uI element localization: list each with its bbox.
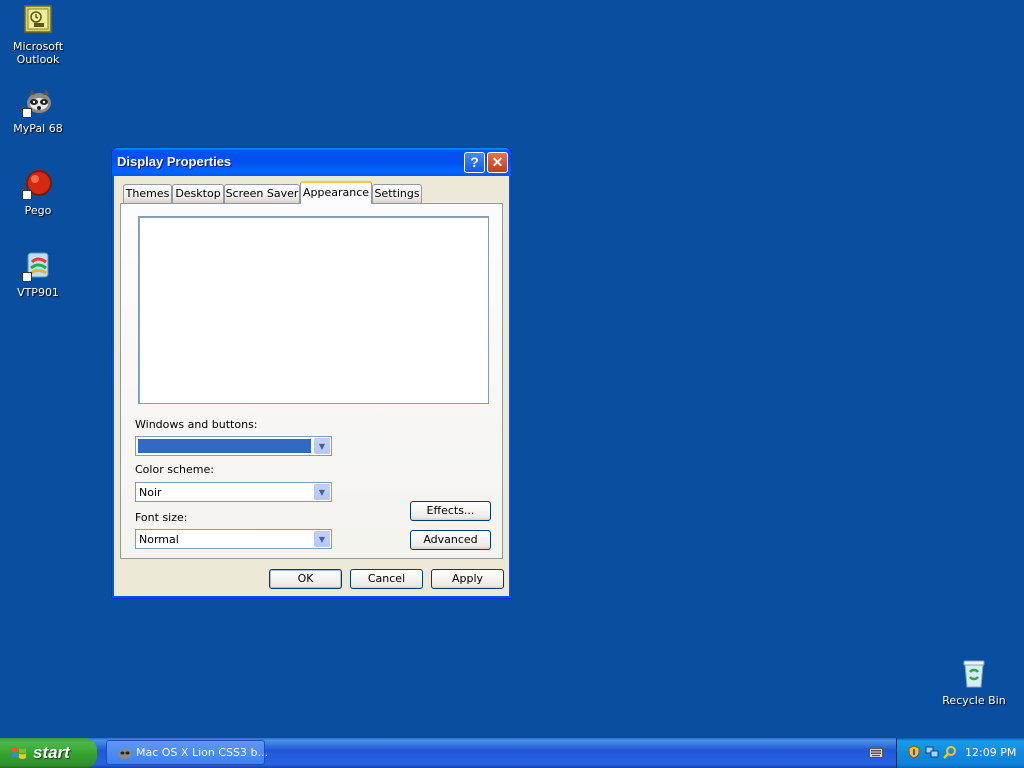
desktop-icon-pego[interactable]: Pego bbox=[0, 168, 76, 217]
search-icon[interactable] bbox=[943, 745, 957, 759]
shortcut-arrow-icon bbox=[22, 272, 32, 282]
font-size-value: Normal bbox=[139, 533, 179, 546]
advanced-button[interactable]: Advanced bbox=[410, 530, 491, 550]
color-scheme-label: Color scheme: bbox=[135, 463, 214, 476]
desktop-icon-label: Pego bbox=[24, 204, 52, 217]
shortcut-arrow-icon bbox=[22, 190, 32, 200]
chevron-down-icon[interactable]: ▼ bbox=[314, 484, 330, 500]
shortcut-arrow-icon bbox=[22, 108, 32, 118]
apply-button[interactable]: Apply bbox=[431, 569, 504, 589]
appearance-panel: Windows and buttons: ▼ Color scheme: Noi… bbox=[120, 203, 503, 559]
recycle-bin-icon bbox=[958, 658, 990, 690]
security-shield-icon[interactable] bbox=[907, 745, 921, 759]
desktop-icon-label: Recycle Bin bbox=[942, 694, 1006, 707]
dialog-client: Themes Desktop Screen Saver Appearance S… bbox=[116, 177, 507, 594]
taskbar-button-mac-os-x-lion[interactable]: Mac OS X Lion CSS3 b... bbox=[106, 740, 268, 765]
font-size-select[interactable]: Normal ▼ bbox=[135, 529, 332, 549]
chevron-down-icon[interactable]: ▼ bbox=[314, 438, 330, 454]
appearance-preview bbox=[138, 216, 489, 404]
font-size-label: Font size: bbox=[135, 511, 188, 524]
title-bar[interactable]: Display Properties ? ✕ bbox=[112, 148, 511, 176]
pego-icon bbox=[22, 168, 54, 200]
color-scheme-value: Noir bbox=[139, 486, 162, 499]
system-tray: 12:09 PM bbox=[896, 738, 1024, 768]
desktop-icon-label: MyPal 68 bbox=[13, 122, 63, 135]
windows-flag-icon bbox=[12, 747, 26, 759]
keyboard-icon[interactable] bbox=[869, 747, 883, 759]
windows-buttons-select[interactable]: ▼ bbox=[135, 436, 332, 456]
effects-button[interactable]: Effects... bbox=[410, 501, 491, 521]
taskbar-button-label: Mac OS X Lion CSS3 b... bbox=[136, 746, 268, 759]
window-title: Display Properties bbox=[117, 154, 232, 169]
desktop-icon-mypal[interactable]: MyPal 68 bbox=[0, 86, 76, 135]
desktop-icon-recycle-bin[interactable]: Recycle Bin bbox=[936, 658, 1012, 707]
selection-highlight bbox=[138, 439, 311, 453]
desktop-icon-outlook[interactable]: Microsoft Outlook bbox=[0, 4, 76, 66]
chevron-down-icon[interactable]: ▼ bbox=[314, 531, 330, 547]
vtp901-icon bbox=[22, 250, 54, 282]
tab-themes[interactable]: Themes bbox=[123, 184, 172, 203]
tab-appearance[interactable]: Appearance bbox=[300, 181, 372, 204]
start-button[interactable]: start bbox=[0, 738, 97, 768]
outlook-icon bbox=[22, 4, 54, 36]
windows-buttons-label: Windows and buttons: bbox=[135, 418, 258, 431]
network-icon[interactable] bbox=[925, 745, 939, 759]
help-button[interactable]: ? bbox=[464, 152, 485, 173]
clock[interactable]: 12:09 PM bbox=[965, 746, 1016, 759]
start-label: start bbox=[33, 743, 70, 762]
color-scheme-select[interactable]: Noir ▼ bbox=[135, 482, 332, 502]
taskbar: start Mac OS X Lion CSS3 b... 12:09 PM bbox=[0, 738, 1024, 768]
tab-desktop[interactable]: Desktop bbox=[172, 184, 224, 203]
raccoon-icon bbox=[118, 749, 132, 759]
tab-screen-saver[interactable]: Screen Saver bbox=[224, 184, 300, 203]
tab-settings[interactable]: Settings bbox=[372, 184, 422, 203]
display-properties-window: Display Properties ? ✕ Themes Desktop Sc… bbox=[111, 147, 512, 599]
raccoon-icon bbox=[22, 86, 54, 118]
desktop-icon-label: Microsoft Outlook bbox=[12, 40, 64, 66]
cancel-button[interactable]: Cancel bbox=[350, 569, 423, 589]
close-button[interactable]: ✕ bbox=[487, 152, 508, 173]
ok-button[interactable]: OK bbox=[269, 569, 342, 589]
desktop-icon-label: VTP901 bbox=[17, 286, 59, 299]
desktop-icon-vtp901[interactable]: VTP901 bbox=[0, 250, 76, 299]
